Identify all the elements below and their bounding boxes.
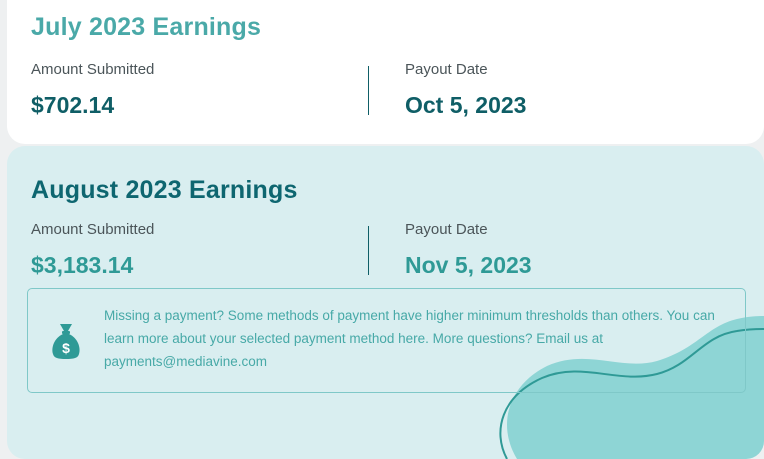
august-payout-label: Payout Date [405, 221, 488, 238]
july-payout-value: Oct 5, 2023 [405, 92, 527, 118]
august-amount-label: Amount Submitted [31, 221, 155, 238]
august-amount-section: Amount Submitted $3,183.14 [31, 221, 154, 279]
july-amount-value: $702.14 [31, 92, 115, 118]
july-payout-label: Payout Date [405, 61, 488, 78]
august-divider [368, 226, 369, 275]
july-payout-section: Payout Date Oct 5, 2023 [405, 61, 526, 119]
august-payout-section: Payout Date Nov 5, 2023 [405, 221, 532, 279]
july-divider [368, 66, 369, 115]
july-amount-section: Amount Submitted $702.14 [31, 61, 154, 119]
august-amount-value: $3,183.14 [31, 252, 134, 278]
missing-payment-notice: $ Missing a payment? Some methods of pay… [27, 288, 746, 393]
july-earnings-title: July 2023 Earnings [31, 13, 262, 41]
july-earnings-card: July 2023 Earnings Amount Submitted $702… [7, 0, 764, 144]
july-amount-label: Amount Submitted [31, 61, 155, 78]
missing-payment-text: Missing a payment? Some methods of payme… [104, 308, 715, 369]
august-payout-value: Nov 5, 2023 [405, 252, 532, 278]
svg-text:$: $ [62, 340, 70, 356]
august-earnings-title: August 2023 Earnings [31, 176, 298, 204]
august-earnings-card: August 2023 Earnings Amount Submitted $3… [7, 146, 764, 459]
money-bag-icon: $ [52, 324, 80, 359]
